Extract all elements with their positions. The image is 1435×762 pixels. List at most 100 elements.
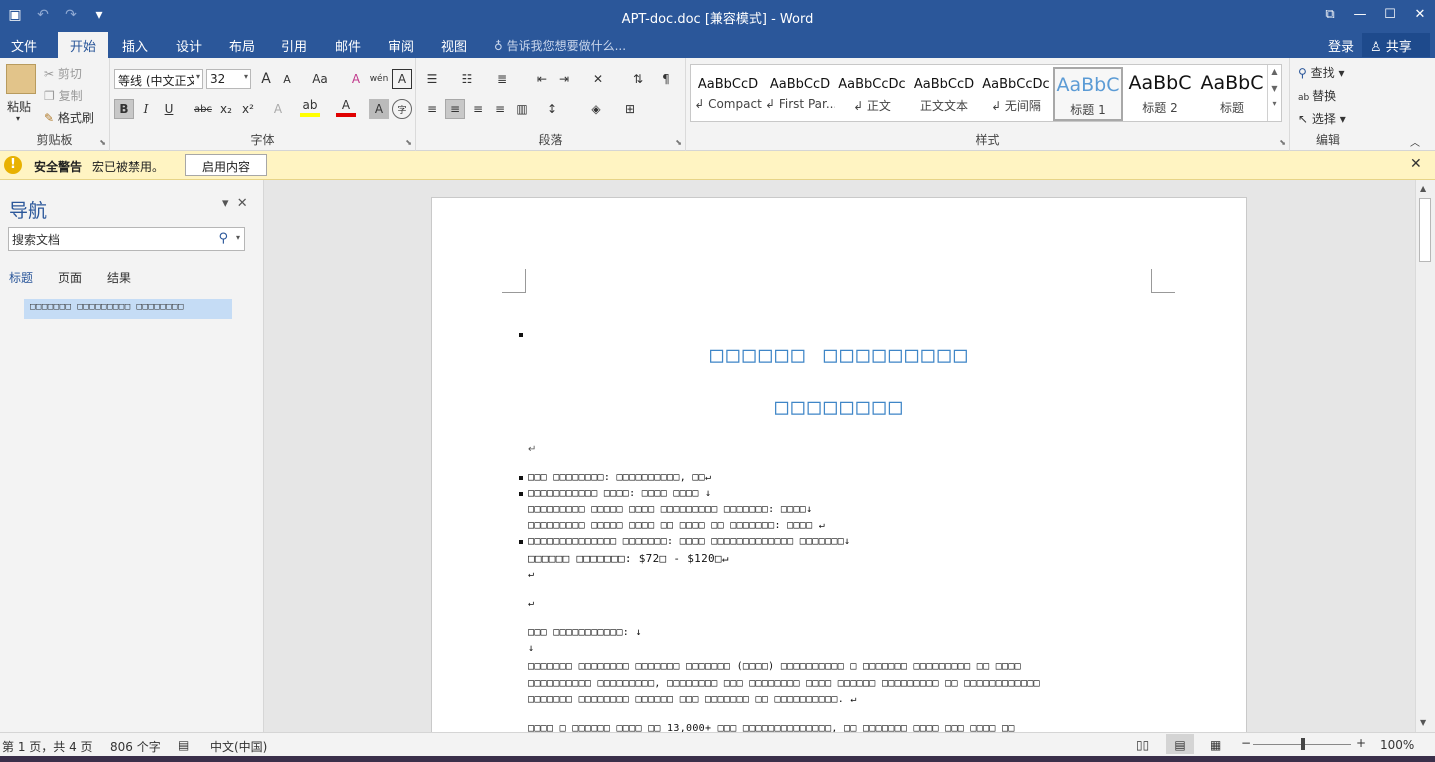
paste-button[interactable]: 粘贴	[7, 98, 31, 115]
chinese-layout-icon[interactable]: ✕	[588, 69, 608, 89]
proofing-icon[interactable]: ▤	[178, 738, 189, 752]
close-icon[interactable]: ✕	[1405, 0, 1435, 28]
clear-format-icon[interactable]: A	[346, 69, 366, 89]
align-right-icon[interactable]: ≡	[468, 99, 488, 119]
tab-layout[interactable]: 布局	[229, 36, 255, 55]
style-normal[interactable]: AaBbCcDc ↲ 正文	[837, 67, 907, 121]
style-no-spacing[interactable]: AaBbCcDc ↲ 无间隔	[981, 67, 1051, 121]
show-marks-icon[interactable]: ¶	[656, 69, 676, 89]
decrease-indent-icon[interactable]: ⇤	[532, 69, 552, 89]
align-center-icon[interactable]: ≡	[445, 99, 465, 119]
font-size-box[interactable]: 32 ▾	[206, 69, 251, 89]
replace-button[interactable]: ab 替换	[1298, 87, 1336, 104]
find-button[interactable]: ⚲ 查找 ▾	[1298, 64, 1344, 81]
char-border-icon[interactable]: A	[392, 69, 412, 89]
tab-home[interactable]: 开始	[58, 32, 109, 58]
font-color-icon[interactable]: A	[336, 97, 356, 117]
style-compact[interactable]: AaBbCcD ↲ Compact	[693, 67, 763, 121]
web-layout-icon[interactable]: ▦	[1210, 738, 1221, 752]
nav-tab-pages[interactable]: 页面	[58, 269, 82, 286]
document-page[interactable]: □□□□□□ □□□□□□□□□ □□□□□□□□ ↵ □□□ □□□□□□□□…	[431, 197, 1247, 732]
shading-icon[interactable]: ◈	[586, 99, 606, 119]
font-name-box[interactable]: 等线 (中文正文)▾	[114, 69, 203, 89]
bold-button[interactable]: B	[114, 99, 134, 119]
login-link[interactable]: 登录	[1328, 36, 1354, 55]
scroll-up-icon[interactable]: ▲	[1420, 184, 1426, 193]
nav-search-input[interactable]: 搜索文档 ⚲ ▾	[8, 227, 245, 251]
search-icon[interactable]: ⚲	[218, 231, 228, 246]
tell-me-box[interactable]: ♁ 告诉我您想要做什么...	[494, 37, 626, 54]
style-body-text[interactable]: AaBbCcD 正文文本	[909, 67, 979, 121]
tab-insert[interactable]: 插入	[122, 36, 148, 55]
phonetic-guide-icon[interactable]: wén	[369, 69, 389, 89]
nav-options-icon[interactable]: ▾	[222, 196, 229, 211]
zoom-out-button[interactable]: −	[1241, 736, 1251, 750]
distributed-icon[interactable]: ▥	[512, 99, 532, 119]
page-count[interactable]: 第 1 页，共 4 页	[2, 738, 93, 755]
scroll-thumb[interactable]	[1419, 198, 1431, 262]
paste-icon[interactable]	[6, 64, 36, 94]
grow-font-icon[interactable]: A	[256, 69, 276, 89]
underline-button[interactable]: U	[159, 99, 179, 119]
justify-icon[interactable]: ≡	[490, 99, 510, 119]
superscript-button[interactable]: x²	[238, 99, 258, 119]
nav-tab-headings[interactable]: 标题	[9, 269, 33, 286]
paste-dropdown-icon[interactable]: ▾	[16, 114, 20, 123]
read-mode-icon[interactable]: ▯▯	[1136, 738, 1149, 752]
line-spacing-icon[interactable]: ↕	[542, 99, 562, 119]
close-icon[interactable]: ✕	[1410, 156, 1422, 172]
align-left-icon[interactable]: ≡	[422, 99, 442, 119]
highlight-icon[interactable]: ab	[300, 97, 320, 117]
format-painter-button[interactable]: ✎ 格式刷	[44, 109, 94, 126]
print-layout-icon[interactable]: ▤	[1166, 734, 1194, 754]
increase-indent-icon[interactable]: ⇥	[554, 69, 574, 89]
nav-heading-item[interactable]: □□□□□□□ □□□□□□□□□ □□□□□□□□	[24, 299, 232, 319]
numbering-icon[interactable]: ☷	[457, 69, 477, 89]
text-effects-icon[interactable]: A	[268, 99, 288, 119]
share-button[interactable]: ♙ 共享	[1362, 33, 1430, 57]
style-first-paragraph[interactable]: AaBbCcD ↲ First Par...	[765, 67, 835, 121]
clipboard-launcher-icon[interactable]: ⬊	[99, 138, 106, 147]
char-shading-icon[interactable]: A	[369, 99, 389, 119]
tab-file[interactable]: 文件	[11, 36, 37, 55]
copy-button[interactable]: ❐ 复制	[44, 87, 83, 104]
tab-references[interactable]: 引用	[281, 36, 307, 55]
enclose-char-icon[interactable]: 字	[392, 99, 412, 119]
word-count[interactable]: 806 个字	[110, 738, 161, 755]
style-heading-2[interactable]: AaBbC 标题 2	[1125, 67, 1195, 121]
change-case-icon[interactable]: Aa	[306, 69, 334, 89]
maximize-icon[interactable]: ☐	[1375, 0, 1405, 28]
tab-view[interactable]: 视图	[441, 36, 467, 55]
tab-review[interactable]: 审阅	[388, 36, 414, 55]
style-gallery-scroll[interactable]: ▲ ▼ ▾	[1267, 65, 1281, 121]
font-launcher-icon[interactable]: ⬊	[405, 138, 412, 147]
styles-launcher-icon[interactable]: ⬊	[1279, 138, 1286, 147]
scroll-down-icon[interactable]: ▼	[1420, 718, 1426, 727]
zoom-in-button[interactable]: +	[1356, 736, 1366, 750]
nav-tab-results[interactable]: 结果	[107, 269, 131, 286]
shrink-font-icon[interactable]: A	[277, 69, 297, 89]
sort-icon[interactable]: ⇅	[628, 69, 648, 89]
chevron-down-icon[interactable]: ▾	[236, 233, 240, 242]
bullets-icon[interactable]: ☰	[422, 69, 442, 89]
strikethrough-button[interactable]: abc	[193, 99, 213, 119]
multilevel-list-icon[interactable]: ≣	[492, 69, 512, 89]
enable-content-button[interactable]: 启用内容	[185, 154, 267, 176]
paragraph-launcher-icon[interactable]: ⬊	[675, 138, 682, 147]
ribbon-display-icon[interactable]: ⧉	[1315, 0, 1345, 28]
italic-button[interactable]: I	[136, 99, 156, 119]
cut-button[interactable]: ✂ 剪切	[44, 65, 82, 82]
close-icon[interactable]: ✕	[237, 196, 248, 211]
tab-design[interactable]: 设计	[176, 36, 202, 55]
tab-mailings[interactable]: 邮件	[335, 36, 361, 55]
subscript-button[interactable]: x₂	[216, 99, 236, 119]
select-button[interactable]: ↖ 选择 ▾	[1298, 110, 1346, 127]
minimize-icon[interactable]: —	[1345, 0, 1375, 28]
language-indicator[interactable]: 中文(中国)	[210, 738, 267, 755]
zoom-slider-thumb[interactable]	[1301, 738, 1305, 750]
zoom-level[interactable]: 100%	[1380, 738, 1414, 752]
collapse-ribbon-icon[interactable]: ︿	[1410, 134, 1420, 149]
style-title[interactable]: AaBbC 标题	[1197, 67, 1267, 121]
style-heading-1[interactable]: AaBbC 标题 1	[1053, 67, 1123, 121]
vertical-scrollbar[interactable]: ▲ ▼	[1415, 180, 1435, 732]
